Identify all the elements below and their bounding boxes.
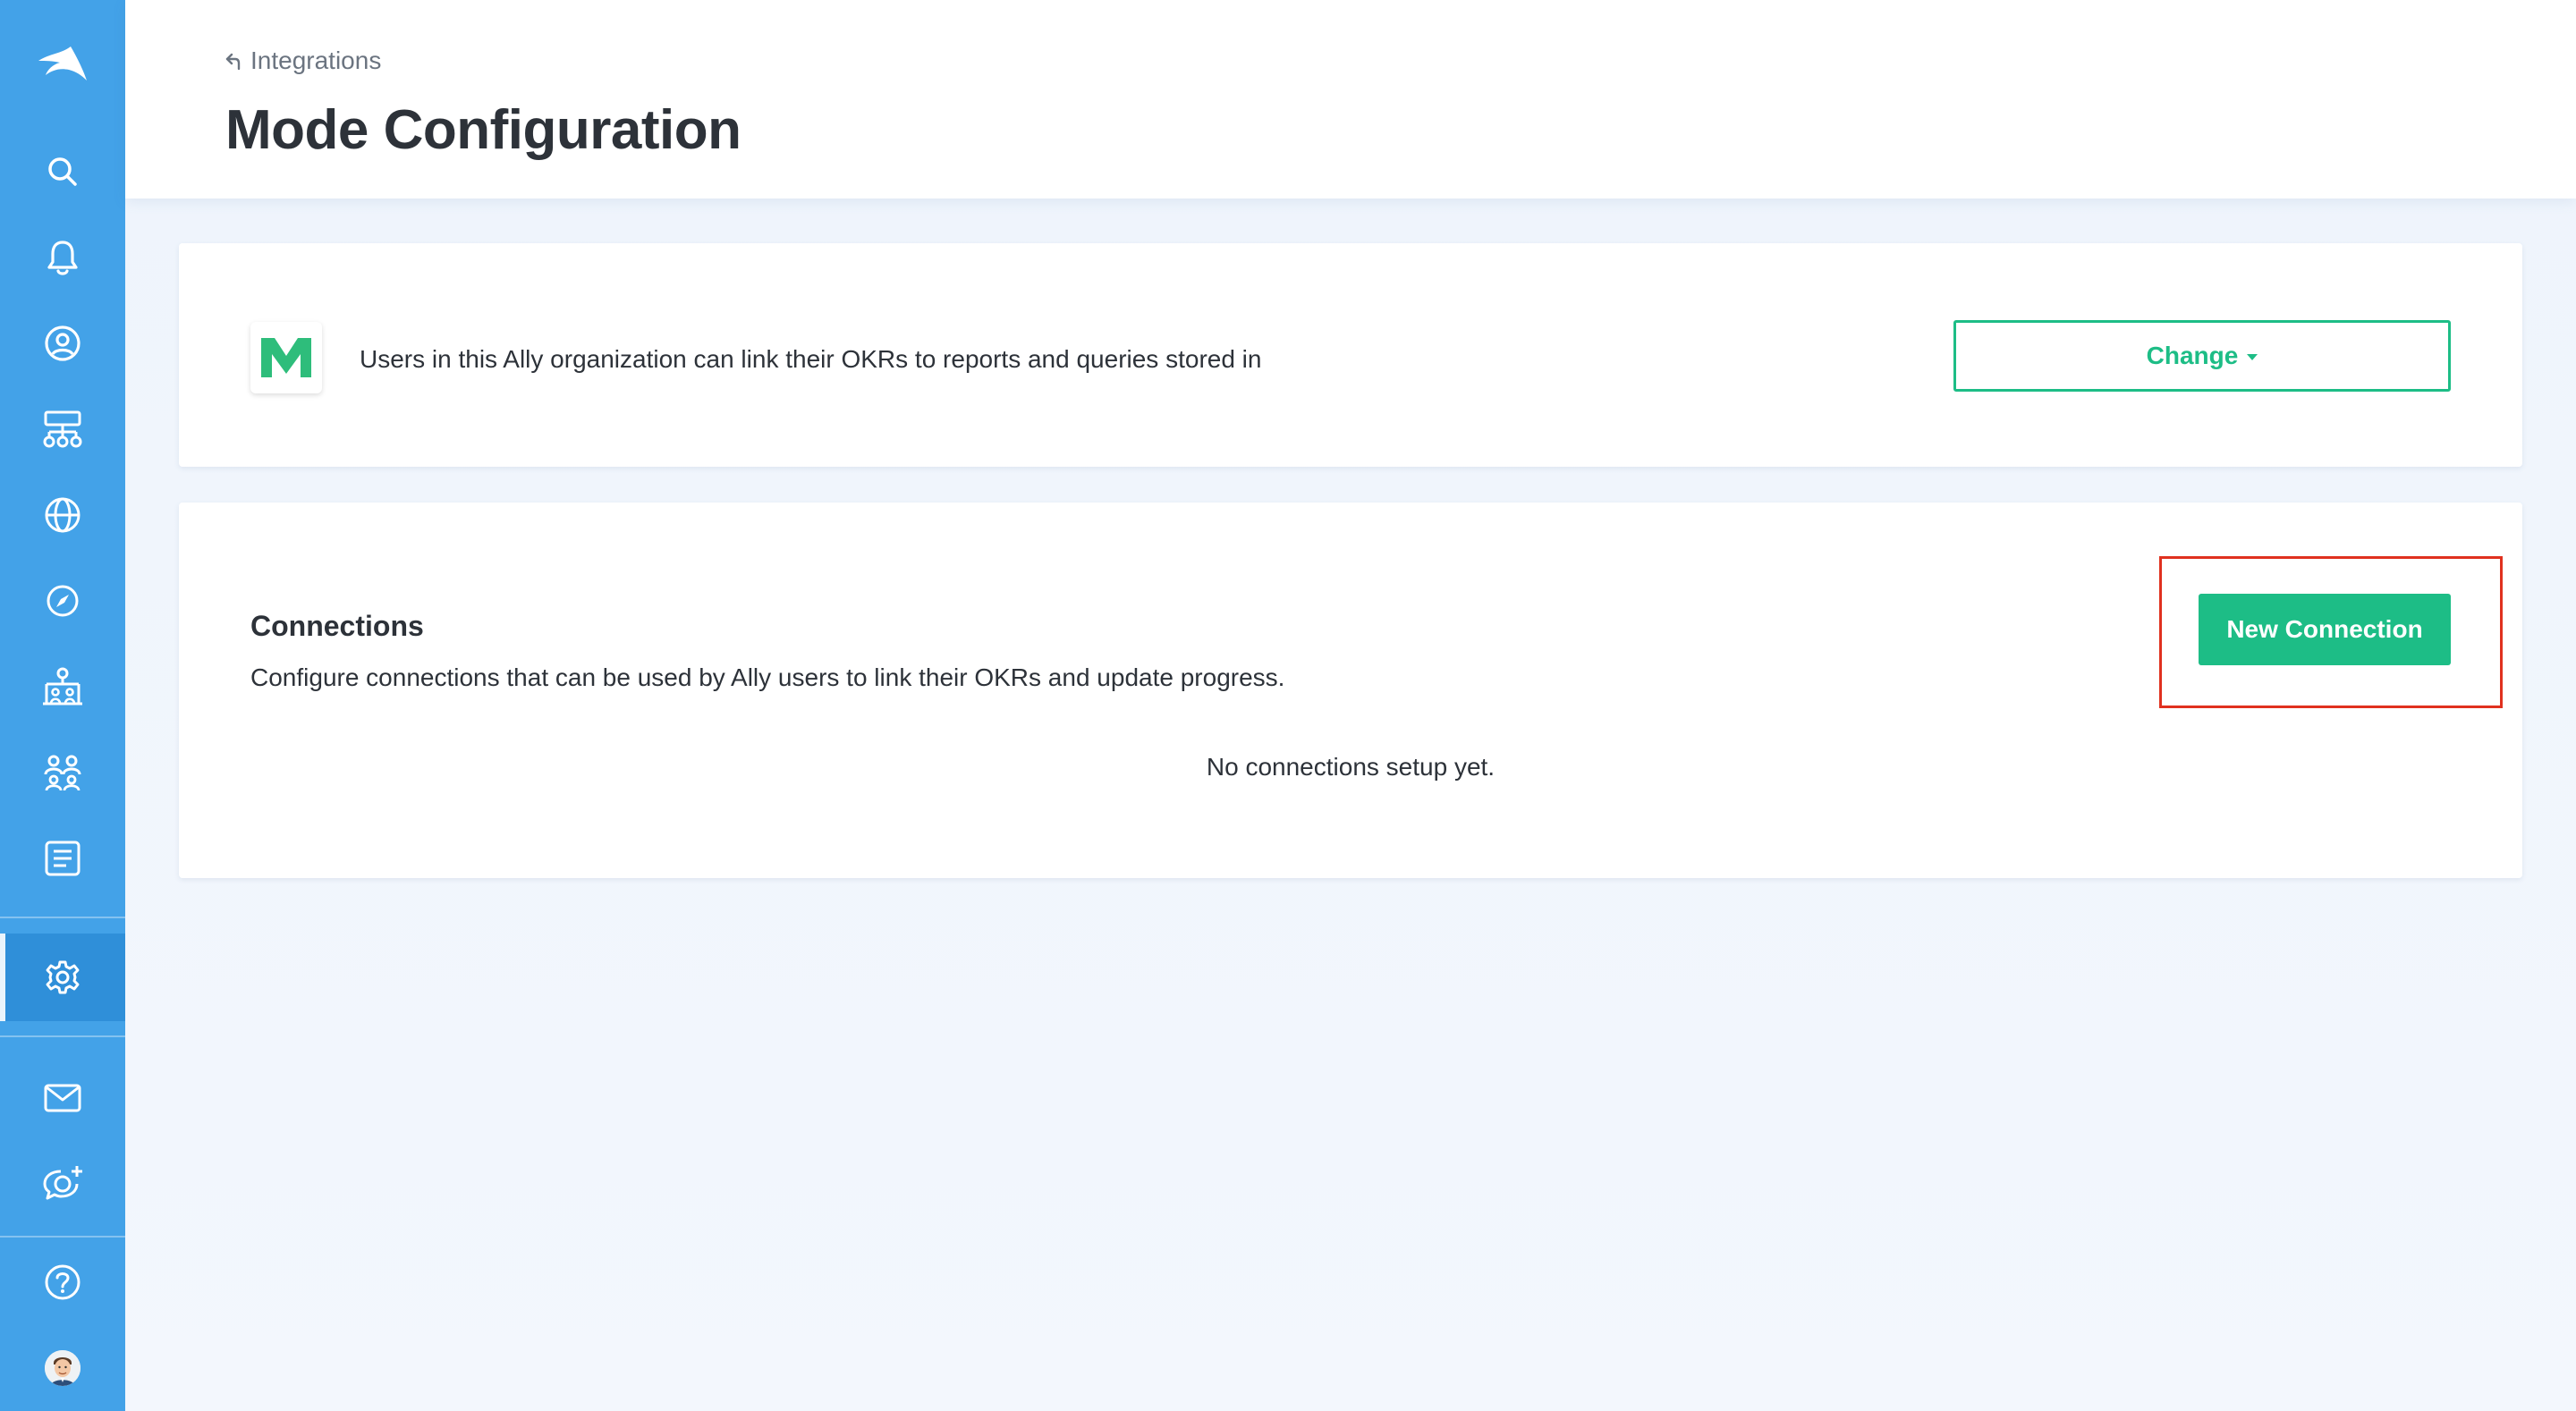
sidebar-item-settings[interactable] [0, 934, 125, 1021]
breadcrumb-link[interactable]: Integrations [250, 46, 381, 75]
ally-logo-icon [38, 46, 87, 80]
document-list-icon [45, 841, 80, 876]
sidebar [0, 0, 125, 1411]
chat-add-icon [43, 1166, 82, 1200]
caret-down-icon [2247, 353, 2258, 360]
sidebar-item-documents[interactable] [0, 824, 125, 892]
sidebar-item-account[interactable] [0, 1334, 125, 1402]
ally-logo[interactable] [0, 30, 125, 98]
change-button-label: Change [2146, 342, 2239, 369]
sidebar-divider [0, 1236, 125, 1238]
page-title: Mode Configuration [225, 99, 741, 161]
people-icon [44, 755, 81, 791]
sidebar-item-profile[interactable] [0, 309, 125, 377]
sidebar-item-search[interactable] [0, 138, 125, 206]
user-circle-icon [45, 325, 80, 361]
sidebar-divider [0, 1035, 125, 1037]
sidebar-item-notifications[interactable] [0, 224, 125, 291]
globe-icon [45, 497, 80, 533]
breadcrumb[interactable]: Integrations [225, 46, 381, 75]
sidebar-divider [0, 917, 125, 918]
gear-icon [46, 960, 80, 994]
sidebar-item-chat[interactable] [0, 1150, 125, 1218]
team-structure-icon [43, 667, 82, 706]
avatar [45, 1350, 80, 1386]
bell-icon [47, 241, 78, 275]
change-dropdown-button[interactable]: Change [1953, 320, 2451, 392]
mail-icon [44, 1084, 81, 1112]
help-icon [45, 1264, 80, 1300]
org-chart-icon [43, 410, 82, 448]
connections-card: Connections Configure connections that c… [179, 503, 2522, 878]
compass-icon [47, 585, 79, 617]
sidebar-item-explore[interactable] [0, 567, 125, 635]
sidebar-item-mail[interactable] [0, 1064, 125, 1132]
page-header: Integrations Mode Configuration [125, 0, 2576, 199]
connections-description: Configure connections that can be used b… [250, 663, 1285, 691]
mode-description: Users in this Ally organization can link… [360, 345, 1262, 373]
connections-title: Connections [250, 610, 424, 642]
sidebar-item-team-structure[interactable] [0, 653, 125, 721]
sidebar-item-people[interactable] [0, 739, 125, 807]
search-icon [48, 157, 77, 186]
sidebar-item-org-chart[interactable] [0, 395, 125, 463]
new-connection-button[interactable]: New Connection [2199, 594, 2451, 665]
mode-logo-icon [261, 338, 311, 377]
mode-integration-card: Users in this Ally organization can link… [179, 243, 2522, 467]
back-arrow-icon [225, 53, 241, 71]
sidebar-item-help[interactable] [0, 1248, 125, 1316]
empty-state-text: No connections setup yet. [1206, 753, 1496, 781]
mode-logo [250, 322, 322, 393]
sidebar-item-globe[interactable] [0, 481, 125, 549]
